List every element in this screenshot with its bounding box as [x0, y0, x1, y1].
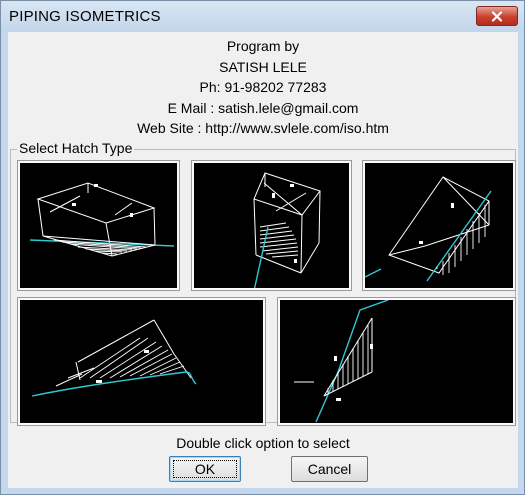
- window-title: PIPING ISOMETRICS: [9, 8, 161, 25]
- dialog-client-area: Program by SATISH LELE Ph: 91-98202 7728…: [8, 32, 518, 488]
- close-button[interactable]: [476, 6, 518, 26]
- hatch-preview-1-image: [20, 163, 177, 288]
- hatch-preview-2-image: [194, 163, 349, 288]
- focus-rectangle: [173, 460, 237, 478]
- cancel-button-label: Cancel: [307, 461, 352, 477]
- hatch-preview-4-image: [20, 300, 263, 423]
- credits-line-1: Program by: [226, 38, 300, 54]
- hatch-preview-5-image: [280, 300, 513, 423]
- instruction-text: Double click option to select: [176, 435, 350, 451]
- hatch-option-1[interactable]: [17, 160, 180, 291]
- hatch-group-label: Select Hatch Type: [17, 140, 135, 156]
- cancel-button[interactable]: Cancel: [291, 456, 368, 482]
- hatch-option-3[interactable]: [362, 160, 516, 291]
- close-x-icon: [491, 10, 503, 22]
- dialog-window: PIPING ISOMETRICS Program by SATISH LELE…: [0, 0, 525, 495]
- title-bar[interactable]: PIPING ISOMETRICS: [1, 1, 524, 32]
- credits-block: Program by SATISH LELE Ph: 91-98202 7728…: [8, 36, 518, 139]
- email-line: E Mail : satish.lele@gmail.com: [167, 99, 359, 116]
- hatch-option-5[interactable]: [277, 297, 516, 426]
- hatch-preview-3-image: [365, 163, 513, 288]
- phone-line: Ph: 91-98202 77283: [199, 79, 327, 95]
- website-line: Web Site : http://www.svlele.com/iso.htm: [137, 120, 389, 136]
- author-name: SATISH LELE: [219, 58, 307, 75]
- hatch-option-4[interactable]: [17, 297, 266, 426]
- ok-button[interactable]: OK: [169, 456, 241, 482]
- hatch-option-2[interactable]: [191, 160, 352, 291]
